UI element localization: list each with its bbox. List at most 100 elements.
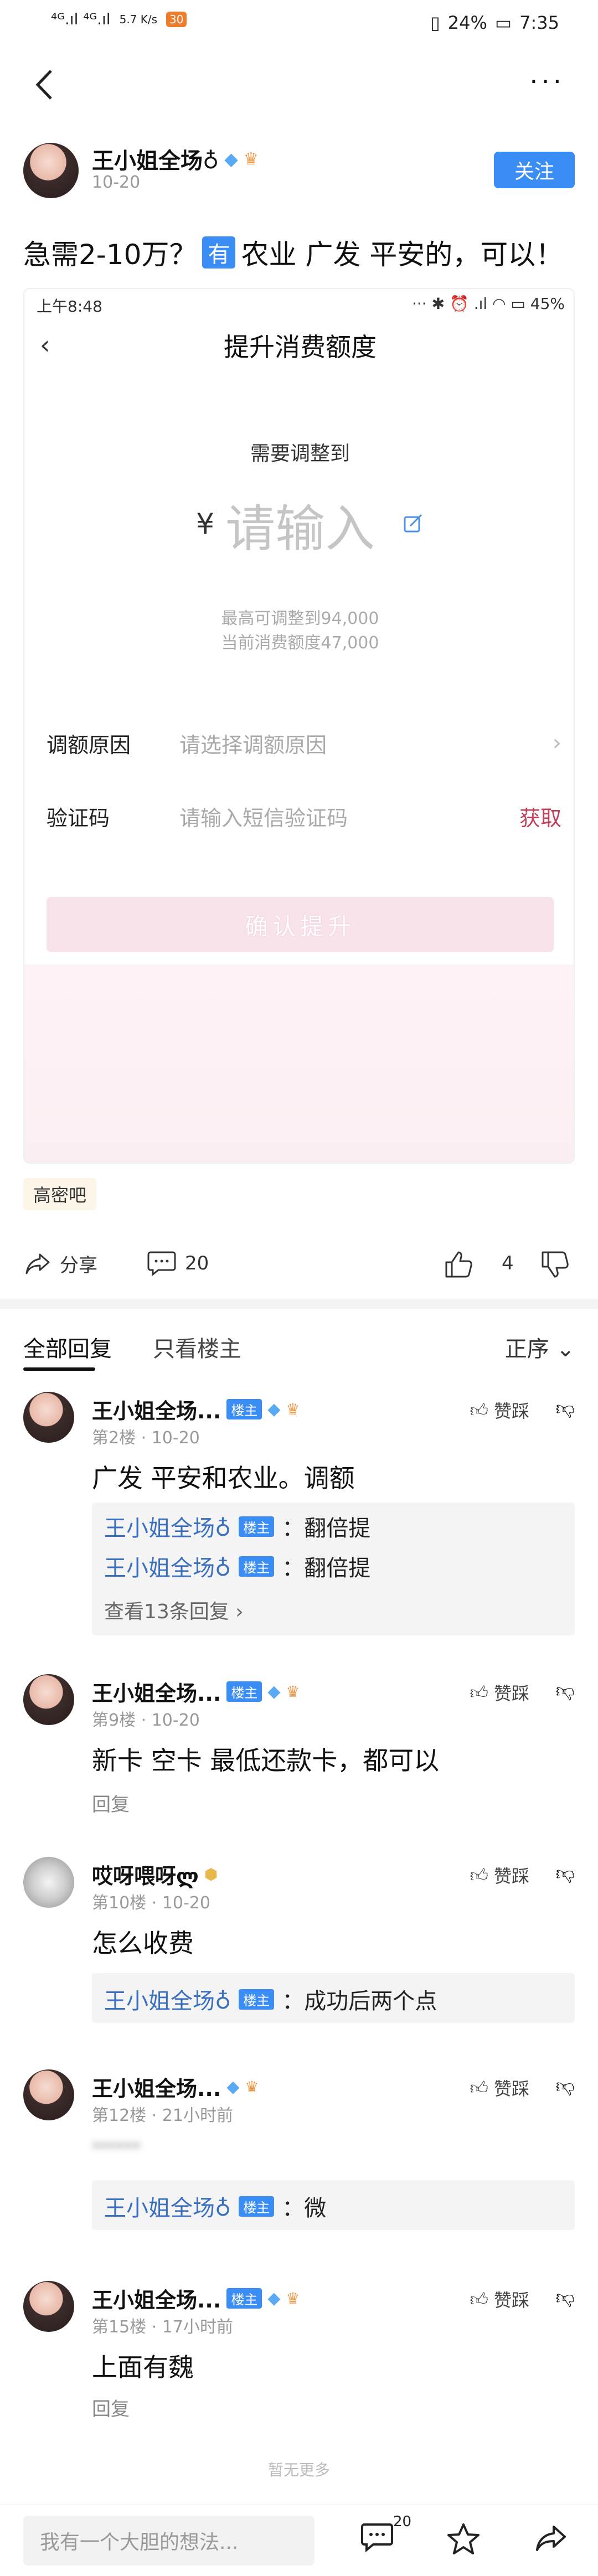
embedded-nav: ‹ 提升消费额度 (40, 330, 377, 362)
max-amount-text: 最高可调整到94,000 (221, 609, 379, 628)
reply-item: 王小姐全场... 楼主 ◆ ♛ 第9楼 · 10-20 👍︎ 赞踩 👎︎ 新卡 … (0, 1674, 598, 1840)
thumbs-down-icon (542, 1251, 569, 1278)
dislike-icon[interactable]: 👎︎ (555, 1397, 575, 1420)
share-icon (25, 1253, 50, 1274)
back-button[interactable] (29, 65, 62, 104)
forum-tag[interactable]: 高密吧 (23, 1178, 97, 1210)
post-image[interactable]: 上午8:48 ··· ✱ ⏰ .ıl ◠ ▭ 45% ‹ 提升消费额度 需要调整… (23, 288, 575, 1164)
avatar[interactable] (23, 1392, 74, 1443)
favorite-button[interactable] (446, 2522, 481, 2558)
comment-count-badge: 20 (393, 2513, 412, 2530)
like-button[interactable]: 👍︎ 赞踩 (470, 1680, 529, 1705)
app-badge: 30 (166, 11, 187, 27)
like-button[interactable]: 👍︎ 赞踩 (470, 2075, 529, 2100)
reply-text: 怎么收费 (92, 1928, 194, 1958)
diamond-icon: ◆ (267, 1682, 281, 1701)
crown-icon: ♛ (286, 1682, 300, 1701)
end-of-list: 暂无更多 (267, 2461, 330, 2479)
vibrate-icon: ▯ (430, 12, 440, 33)
clock: 7:35 (519, 12, 559, 33)
like-count: 4 (502, 1252, 514, 1274)
status-bar: ⁴ᴳ.ıl ⁴ᴳ.ıl 5.7 K/s 30 ▯ 24% ▭ 7:35 (0, 0, 598, 50)
crown-icon: ♛ (245, 2078, 259, 2096)
share-icon (536, 2526, 566, 2551)
thumbs-up-icon: 👍︎ (470, 1399, 488, 1421)
crown-icon: ♛ (243, 149, 259, 169)
thumbs-up-icon: 👍︎ (470, 2077, 488, 2098)
more-options-button[interactable]: ··· (529, 66, 565, 97)
diamond-icon: ◆ (226, 2077, 240, 2097)
sub-replies[interactable]: 王小姐全场♁ 楼主 ：微 (92, 2180, 575, 2230)
amount-field: ¥ 请输入 (196, 488, 424, 560)
reply-item: 王小姐全场... 楼主 ◆ ♛ 第15楼 · 17小时前 👍︎ 赞踩 👎︎ 上面… (0, 2281, 598, 2447)
network-speed: 5.7 K/s (119, 12, 158, 26)
tab-all-replies[interactable]: 全部回复 (23, 1331, 112, 1363)
comment-icon (361, 2523, 393, 2553)
signal-icon: ⁴ᴳ.ıl ⁴ᴳ.ıl (51, 10, 111, 28)
post-body: 急需2-10万？ 有 农业 广发 平安的，可以！ (23, 233, 563, 272)
reason-row: 调额原因 请选择调额原因 › (47, 730, 561, 757)
tab-owner-only[interactable]: 只看楼主 (153, 1331, 241, 1363)
share-button[interactable] (534, 2522, 568, 2557)
comment-icon (147, 1251, 176, 1277)
like-button[interactable]: 👍︎ 赞踩 (470, 2286, 529, 2312)
dislike-icon[interactable]: 👎︎ (555, 1862, 575, 1885)
like-button[interactable]: 👍︎ 赞踩 (470, 1397, 529, 1423)
owner-badge: 楼主 (226, 2288, 262, 2309)
embedded-status-bar: 上午8:48 ··· ✱ ⏰ .ıl ◠ ▭ 45% (37, 295, 565, 316)
thumbs-up-icon: 👍︎ (470, 1681, 488, 1703)
owner-badge: 楼主 (226, 1681, 262, 1702)
dislike-button[interactable] (539, 1249, 570, 1285)
comment-input[interactable]: 我有一个大胆的想法... (23, 2516, 315, 2565)
need-label: 需要调整到 (250, 442, 350, 465)
sort-dropdown[interactable]: 正序 ⌄ (505, 1331, 575, 1363)
author-avatar[interactable] (23, 143, 79, 198)
top-nav: ··· (0, 55, 598, 116)
sub-replies[interactable]: 王小姐全场♁ 楼主 ：翻倍提 王小姐全场♁ 楼主 ：翻倍提 查看13条回复 › (92, 1503, 575, 1635)
comment-button[interactable]: 20 (146, 1249, 209, 1278)
thumbs-up-icon: 👍︎ (470, 1864, 488, 1886)
thumbs-up-icon: 👍︎ (470, 2288, 488, 2310)
dislike-icon[interactable]: 👎︎ (555, 2286, 575, 2309)
chevron-left-icon: ‹ (40, 330, 50, 360)
crown-icon: ♛ (286, 1400, 300, 1418)
chevron-left-icon (35, 70, 52, 100)
sub-replies[interactable]: 王小姐全场♁ 楼主 ：成功后两个点 (92, 1973, 575, 2023)
reply-item: 王小姐全场... ◆ ♛ 第12楼 · 21小时前 👍︎ 赞踩 👎︎ ·····… (0, 2069, 598, 2247)
post-actions: 分享 20 4 (0, 1238, 598, 1293)
avatar[interactable] (23, 2281, 74, 2332)
like-button[interactable]: 👍︎ 赞踩 (470, 1862, 529, 1888)
dislike-icon[interactable]: 👎︎ (555, 1680, 575, 1702)
author-name[interactable]: 王小姐全场♁ ◆ ♛ (92, 143, 259, 175)
reply-tabs: 全部回复 只看楼主 正序 ⌄ (0, 1314, 598, 1371)
follow-button[interactable]: 关注 (494, 152, 575, 188)
confirm-button: 确认提升 (47, 897, 554, 952)
level-badge-icon: ⬢ (204, 1865, 218, 1883)
diamond-icon: ◆ (267, 1400, 281, 1419)
reply-text: 广发 平安和农业。调额 (92, 1463, 355, 1493)
code-row: 验证码 请输入短信验证码 获取 (47, 806, 561, 830)
view-more-replies[interactable]: 查看13条回复 › (104, 1596, 244, 1624)
like-button[interactable] (443, 1249, 474, 1285)
current-amount-text: 当前消费额度47,000 (221, 633, 379, 653)
thumbs-up-icon (445, 1251, 472, 1278)
star-icon (447, 2523, 480, 2554)
reply-item: 哎呀喂呀ლ ⬢ 第10楼 · 10-20 👍︎ 赞踩 👎︎ 怎么收费 王小姐全场… (0, 1857, 598, 2034)
post-date: 10-20 (92, 173, 141, 192)
battery-icon: ▭ (494, 12, 512, 33)
reply-link[interactable]: 回复 (92, 2394, 130, 2421)
reply-item: 王小姐全场... 楼主 ◆ ♛ 第2楼 · 10-20 👍︎ 赞踩 👎︎ 广发 … (0, 1392, 598, 1652)
dislike-icon[interactable]: 👎︎ (555, 2075, 575, 2098)
emoji-tag: 有 (202, 236, 236, 269)
comment-button[interactable] (360, 2521, 394, 2556)
owner-badge: 楼主 (226, 1399, 262, 1419)
crown-icon: ♛ (286, 2289, 300, 2307)
reply-text: 上面有魏 (92, 2352, 194, 2382)
chevron-right-icon: › (553, 730, 561, 756)
avatar[interactable] (23, 2069, 74, 2120)
avatar[interactable] (23, 1857, 74, 1908)
reply-link[interactable]: 回复 (92, 1789, 130, 1816)
share-button[interactable]: 分享 (23, 1249, 97, 1278)
avatar[interactable] (23, 1674, 74, 1725)
diamond-icon: ◆ (267, 2289, 281, 2308)
